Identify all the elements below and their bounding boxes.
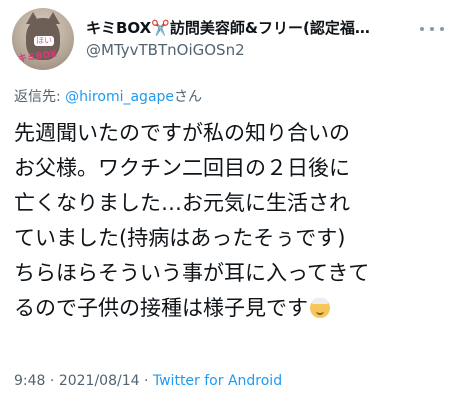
avatar-tag-top: ほい [34, 36, 54, 46]
author-names: キミBOX✂️訪問美容師&フリー(認定福… @MTyvTBTnOiGOSn2 [86, 18, 416, 60]
reply-suffix: さん [174, 89, 203, 105]
author-handle[interactable]: @MTyvTBTnOiGOSn2 [86, 40, 416, 60]
tweet-body: 先週聞いたのですが私の知り合いの お父様。ワクチン二回目の２日後に 亡くなりまし… [14, 116, 454, 326]
tweet-header: ほい キミBOX キミBOX✂️訪問美容師&フリー(認定福… @MTyvTBTn… [12, 8, 448, 72]
tweet-body-line: ていました(持病はあったそぅです) [14, 226, 346, 250]
more-horizontal-icon[interactable] [420, 22, 444, 36]
avatar-tag-bottom: キミBOX [17, 49, 58, 65]
tweet-body-line: 先週聞いたのですが私の知り合いの [14, 121, 350, 145]
reply-context: 返信先: @hiromi_agapeさん [14, 88, 202, 106]
tweet-body-line-last: るので子供の接種は様子見です [14, 291, 454, 326]
tweet-time[interactable]: 9:48 [14, 373, 45, 389]
older-man-emoji-icon [310, 298, 330, 318]
more-dot [430, 27, 434, 31]
tweet: ほい キミBOX キミBOX✂️訪問美容師&フリー(認定福… @MTyvTBTn… [0, 0, 460, 411]
tweet-body-line: ちらほらそういう事が耳に入ってきて [14, 261, 370, 285]
reply-mention-link[interactable]: @hiromi_agape [65, 89, 174, 105]
tweet-date[interactable]: 2021/08/14 [59, 373, 140, 389]
more-dot [440, 27, 444, 31]
reply-prefix: 返信先: [14, 89, 66, 105]
tweet-body-line: お父様。ワクチン二回目の２日後に [14, 156, 350, 180]
tweet-body-line-text: るので子供の接種は様子見です [14, 296, 308, 320]
avatar[interactable]: ほい キミBOX [12, 8, 74, 70]
author-display-name[interactable]: キミBOX✂️訪問美容師&フリー(認定福… [86, 18, 416, 38]
tweet-meta: 9:48 · 2021/08/14 · Twitter for Android [14, 372, 282, 390]
meta-separator: · [139, 373, 153, 389]
meta-separator: · [45, 373, 59, 389]
tweet-body-line: 亡くなりました…お元気に生活され [14, 191, 350, 215]
tweet-source-link[interactable]: Twitter for Android [153, 373, 282, 389]
more-dot [420, 27, 424, 31]
